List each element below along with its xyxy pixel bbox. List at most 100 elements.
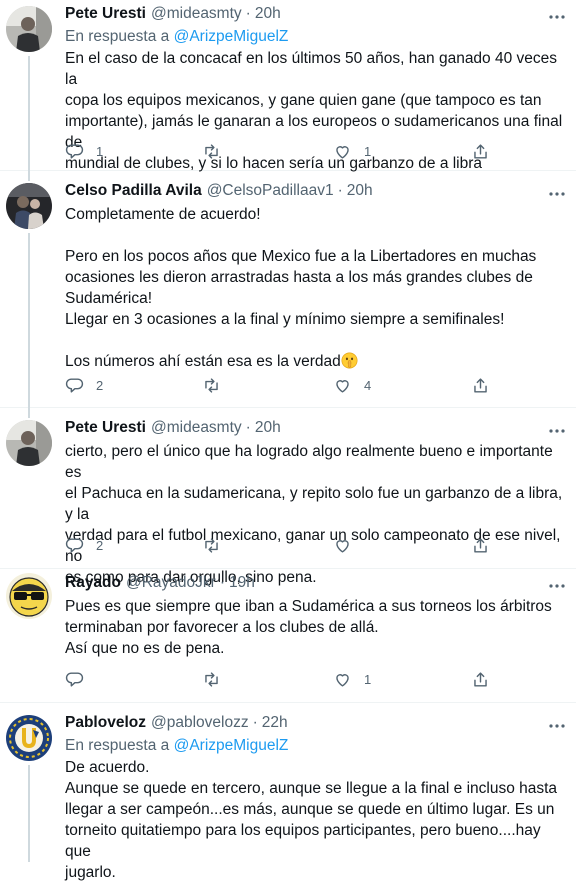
retweet-icon bbox=[205, 377, 218, 393]
tweet[interactable]: Celso Padilla Avila @CelsoPadillaav1 · 2… bbox=[0, 171, 576, 408]
display-name[interactable]: Pabloveloz bbox=[65, 714, 146, 732]
tweet-text-line: Así que no es de pena. bbox=[65, 640, 225, 657]
like-button[interactable]: 1 bbox=[333, 668, 371, 690]
tweet-text-line: llegar a ser campeón...es más, aunque se… bbox=[65, 801, 555, 818]
retweet-button[interactable] bbox=[202, 534, 233, 556]
tweet[interactable]: Rayado @RayadoJkr · 19h Pues es que siem… bbox=[0, 569, 576, 703]
timestamp[interactable]: 20h bbox=[255, 419, 281, 437]
tweet-text: Pues es que siempre que iban a Sudaméric… bbox=[65, 596, 564, 659]
avatar[interactable] bbox=[6, 420, 52, 466]
thread-line bbox=[28, 765, 30, 862]
display-name[interactable]: Pete Uresti bbox=[65, 419, 146, 437]
tweet-text-line: terminaban por favorecer a los clubes de… bbox=[65, 619, 379, 636]
tweet-header: Celso Padilla Avila @CelsoPadillaav1 · 2… bbox=[65, 180, 564, 202]
tweet-actions: 2 4 bbox=[65, 374, 495, 396]
reply-mention-link[interactable]: @ArizpeMiguelZ bbox=[174, 28, 289, 45]
like-count: 1 bbox=[364, 671, 372, 687]
reply-count: 1 bbox=[96, 143, 104, 159]
tweet-text-line: copa los equipos mexicanos, y gane quien… bbox=[65, 92, 542, 109]
tweet-text-line: Sudamérica! bbox=[65, 290, 153, 307]
retweet-icon bbox=[205, 537, 218, 553]
share-button[interactable] bbox=[471, 374, 490, 396]
thread-line bbox=[28, 56, 30, 171]
like-count: 4 bbox=[364, 377, 372, 393]
avatar[interactable] bbox=[6, 573, 52, 619]
tweet-text-line: Completamente de acuerdo! bbox=[65, 206, 261, 223]
tweet-text-line: De acuerdo. bbox=[65, 759, 150, 776]
reply-button[interactable]: 2 bbox=[65, 374, 103, 396]
more-options-icon[interactable] bbox=[544, 715, 570, 737]
thread-line bbox=[28, 408, 30, 418]
tweet-text-line: ocasiones les dieron arrastradas hasta a… bbox=[65, 269, 533, 286]
heart-icon bbox=[336, 145, 349, 159]
tweet[interactable]: Pete Uresti @mideasmty · 20h En respuest… bbox=[0, 0, 576, 174]
tweet-header: Pete Uresti @mideasmty · 20h bbox=[65, 417, 564, 439]
timestamp[interactable]: 20h bbox=[347, 182, 373, 200]
reply-mention-link[interactable]: @ArizpeMiguelZ bbox=[174, 737, 289, 754]
like-button[interactable] bbox=[333, 534, 364, 556]
share-icon bbox=[474, 143, 487, 159]
separator-dot: · bbox=[337, 182, 343, 199]
user-handle[interactable]: @CelsoPadillaav1 bbox=[207, 182, 334, 200]
reply-context: En respuesta a @ArizpeMiguelZ bbox=[65, 735, 564, 756]
timestamp[interactable]: 19h bbox=[229, 574, 255, 592]
tweet-text-line: torneito quitatiempo para los equipos pa… bbox=[65, 822, 541, 860]
shushing-face-emoji bbox=[341, 352, 358, 369]
display-name[interactable]: Pete Uresti bbox=[65, 5, 146, 23]
tweet[interactable]: Pete Uresti @mideasmty · 20h cierto, per… bbox=[0, 408, 576, 586]
tweet-text-line: el Pachuca en la sudamericana, y repito … bbox=[65, 485, 563, 523]
retweet-icon bbox=[205, 143, 218, 159]
tweet-text: De acuerdo. Aunque se quede en tercero, … bbox=[65, 757, 564, 883]
timeline: Pete Uresti @mideasmty · 20h En respuest… bbox=[0, 0, 576, 881]
retweet-button[interactable] bbox=[202, 140, 233, 162]
reply-button[interactable]: 1 bbox=[65, 140, 103, 162]
share-icon bbox=[474, 537, 487, 553]
timestamp[interactable]: 22h bbox=[262, 714, 288, 732]
avatar[interactable] bbox=[6, 715, 52, 761]
like-button[interactable]: 4 bbox=[333, 374, 371, 396]
display-name[interactable]: Rayado bbox=[65, 574, 121, 592]
tweet-text: cierto, pero el único que ha logrado alg… bbox=[65, 441, 564, 588]
timestamp[interactable]: 20h bbox=[255, 5, 281, 23]
more-options-icon[interactable] bbox=[544, 183, 570, 205]
share-button[interactable] bbox=[471, 534, 490, 556]
user-handle[interactable]: @RayadoJkr bbox=[126, 574, 216, 592]
retweet-button[interactable] bbox=[202, 668, 233, 690]
avatar[interactable] bbox=[6, 183, 52, 229]
reply-button[interactable]: 2 bbox=[65, 534, 103, 556]
tweet-body: Pete Uresti @mideasmty · 20h En respuest… bbox=[65, 3, 564, 174]
share-button[interactable] bbox=[471, 668, 490, 690]
tweet-text-line: Aunque se quede en tercero, aunque se ll… bbox=[65, 780, 558, 797]
user-handle[interactable]: @pablovelozz bbox=[151, 714, 249, 732]
separator-dot: · bbox=[219, 574, 225, 591]
share-icon bbox=[474, 377, 487, 393]
tweet-text-line: Los números ahí están esa es la verdad bbox=[65, 351, 564, 372]
share-icon bbox=[474, 671, 487, 687]
user-handle[interactable]: @mideasmty bbox=[151, 419, 242, 437]
tweet-body: Pabloveloz @pablovelozz · 22h En respues… bbox=[65, 712, 564, 883]
tweet[interactable]: Pabloveloz @pablovelozz · 22h En respues… bbox=[0, 703, 576, 881]
tweet-text-fragment: Los números ahí están esa es la verdad bbox=[65, 353, 341, 370]
reply-button[interactable] bbox=[65, 668, 96, 690]
reply-icon bbox=[65, 537, 84, 553]
tweet-text: Completamente de acuerdo! Pero en los po… bbox=[65, 204, 564, 372]
user-handle[interactable]: @mideasmty bbox=[151, 5, 242, 23]
like-button[interactable]: 1 bbox=[333, 140, 371, 162]
more-options-icon[interactable] bbox=[544, 420, 570, 442]
more-options-icon[interactable] bbox=[544, 575, 570, 597]
thread-line bbox=[28, 171, 30, 181]
reply-context: En respuesta a @ArizpeMiguelZ bbox=[65, 26, 564, 47]
tweet-text-line: En el caso de la concacaf en los últimos… bbox=[65, 50, 558, 88]
reply-prefix: En respuesta a bbox=[65, 28, 170, 45]
retweet-button[interactable] bbox=[202, 374, 233, 396]
like-count: 1 bbox=[364, 143, 372, 159]
reply-icon bbox=[65, 377, 84, 393]
display-name[interactable]: Celso Padilla Avila bbox=[65, 182, 202, 200]
more-options-icon[interactable] bbox=[544, 6, 570, 28]
heart-icon bbox=[336, 673, 349, 687]
avatar[interactable] bbox=[6, 6, 52, 52]
share-button[interactable] bbox=[471, 140, 490, 162]
tweet-body: Celso Padilla Avila @CelsoPadillaav1 · 2… bbox=[65, 180, 564, 372]
